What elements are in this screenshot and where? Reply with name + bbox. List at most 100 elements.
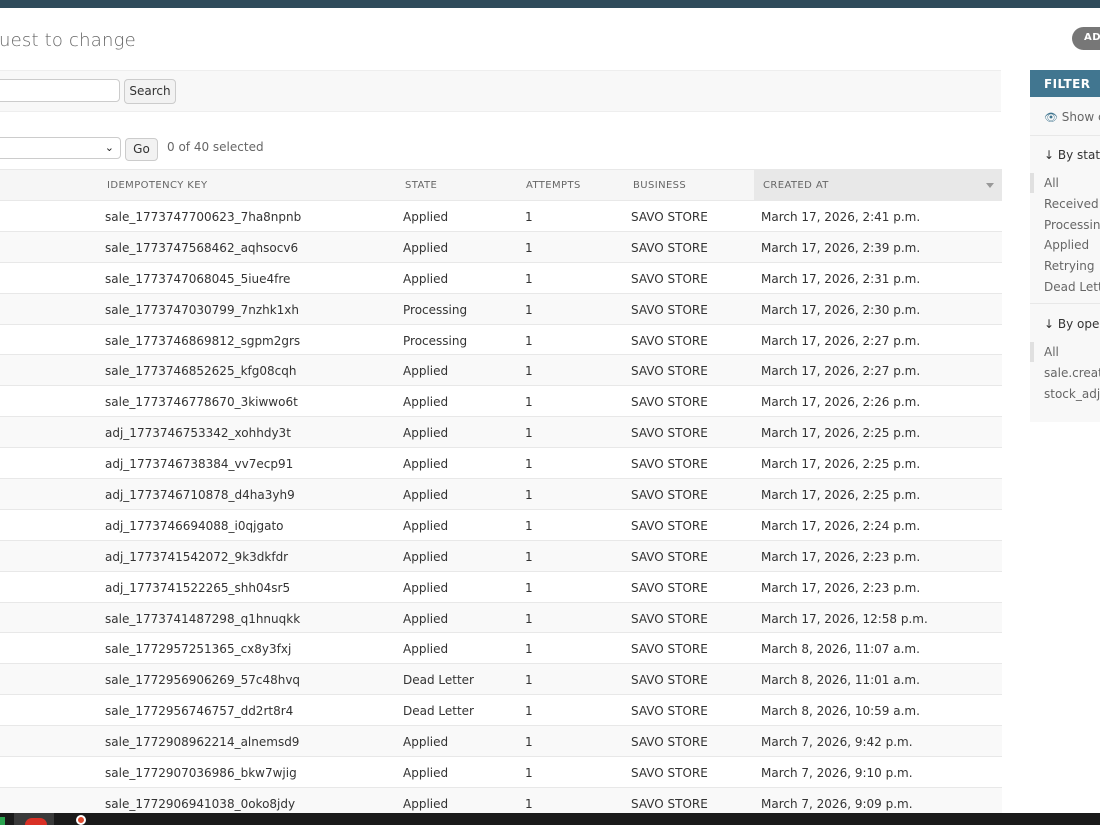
go-button[interactable]: Go	[125, 138, 158, 161]
filter-option[interactable]: Processing	[1044, 218, 1100, 232]
table-row[interactable]: adj_1773746694088_i0qjgato Applied 1 SAVO S…	[0, 510, 1002, 541]
table-row[interactable]: adj_1773746738384_vv7ecp91 Applied 1 SAVO S…	[0, 448, 1002, 480]
state-cell: Applied	[403, 518, 449, 533]
idempotency-key-link[interactable]: sale_1772956906269_57c48hvq	[105, 673, 300, 687]
filter-option[interactable]: sale.create	[1044, 366, 1100, 380]
table-row[interactable]: adj_1773746710878_d4ha3yh9 Applied 1 SAVO S…	[0, 479, 1002, 510]
idempotency-key-link[interactable]: sale_1773747030799_7nzhk1xh	[105, 303, 299, 317]
admin-header-bar	[0, 0, 1100, 8]
idempotency-key-link[interactable]: sale_1773741487298_q1hnuqkk	[105, 612, 300, 626]
eye-icon: 👁	[1044, 111, 1058, 124]
filter-title: FILTER	[1030, 70, 1100, 97]
column-header-idempotency-key[interactable]: IDEMPOTENCY KEY	[107, 180, 207, 191]
idempotency-key-link[interactable]: sale_1773747068045_5iue4fre	[105, 272, 290, 286]
business-cell: SAVO STORE	[631, 642, 708, 657]
attempts-cell: 1	[525, 549, 533, 564]
created-at-cell: March 17, 2026, 2:39 p.m.	[761, 240, 921, 255]
state-cell: Applied	[403, 796, 449, 811]
filter-option[interactable]: stock_adju	[1044, 387, 1100, 401]
search-button[interactable]: Search	[124, 79, 176, 104]
idempotency-key-link[interactable]: adj_1773746753342_xohhdy3t	[105, 426, 291, 440]
state-cell: Applied	[403, 766, 449, 781]
attempts-cell: 1	[525, 673, 533, 688]
table-row[interactable]: sale_1773746869812_sgpm2grs Processing 1 SA…	[0, 325, 1002, 356]
table-row[interactable]: sale_1773741487298_q1hnuqkk Applied 1 SAVO …	[0, 602, 1002, 634]
created-at-cell: March 8, 2026, 10:59 a.m.	[761, 704, 920, 719]
attempts-cell: 1	[525, 580, 533, 595]
state-cell: Applied	[403, 271, 449, 286]
filter-option[interactable]: Received	[1044, 197, 1099, 211]
business-cell: SAVO STORE	[631, 796, 708, 811]
table-row[interactable]: adj_1773741522265_shh04sr5 Applied 1 SAVO S…	[0, 572, 1002, 603]
attempts-cell: 1	[525, 426, 533, 441]
idempotency-key-link[interactable]: adj_1773746738384_vv7ecp91	[105, 457, 293, 471]
state-cell: Applied	[403, 488, 449, 503]
state-cell: Applied	[403, 457, 449, 472]
idempotency-key-link[interactable]: sale_1772957251365_cx8y3fxj	[105, 642, 291, 656]
attempts-cell: 1	[525, 364, 533, 379]
idempotency-key-link[interactable]: sale_1773747568462_aqhsocv6	[105, 241, 298, 255]
column-header-state[interactable]: STATE	[405, 180, 437, 191]
idempotency-key-link[interactable]: adj_1773746694088_i0qjgato	[105, 519, 284, 533]
idempotency-key-link[interactable]: sale_1772906941038_0oko8jdy	[105, 797, 295, 811]
table-row[interactable]: sale_1772957251365_cx8y3fxj Applied 1 SAVO …	[0, 633, 1002, 665]
table-row[interactable]: sale_1773746852625_kfg08cqh Applied 1 SAVO …	[0, 355, 1002, 387]
table-row[interactable]: sale_1773747030799_7nzhk1xh Processing 1 SA…	[0, 293, 1002, 325]
table-row[interactable]: adj_1773746753342_xohhdy3t Applied 1 SAVO S…	[0, 417, 1002, 449]
idempotency-key-link[interactable]: sale_1773746852625_kfg08cqh	[105, 364, 296, 378]
state-cell: Applied	[403, 549, 449, 564]
table-row[interactable]: sale_1773747068045_5iue4fre Applied 1 SAVO …	[0, 263, 1002, 294]
column-header-attempts[interactable]: ATTEMPTS	[526, 180, 581, 191]
table-row[interactable]: sale_1773746778670_3kiwwo6t Applied 1 SAVO …	[0, 386, 1002, 418]
table-row[interactable]: sale_1773747700623_7ha8npnb Applied 1 SAVO …	[0, 201, 1002, 232]
idempotency-key-link[interactable]: sale_1772908962214_alnemsd9	[105, 735, 299, 749]
filter-option[interactable]: Retrying	[1044, 259, 1094, 273]
business-cell: SAVO STORE	[631, 457, 708, 472]
idempotency-key-link[interactable]: adj_1773741522265_shh04sr5	[105, 581, 290, 595]
attempts-cell: 1	[525, 704, 533, 719]
search-input[interactable]	[0, 79, 120, 102]
table-row[interactable]: adj_1773741542072_9k3dkfdr Applied 1 SAVO S…	[0, 540, 1002, 572]
idempotency-key-link[interactable]: sale_1773746778670_3kiwwo6t	[105, 395, 298, 409]
created-at-cell: March 17, 2026, 2:25 p.m.	[761, 457, 921, 472]
show-counts-link[interactable]: 👁 Show c	[1044, 110, 1100, 124]
sort-descending-icon[interactable]	[986, 183, 994, 188]
column-header-created-at[interactable]: CREATED AT	[763, 180, 829, 191]
idempotency-key-link[interactable]: sale_1773747700623_7ha8npnb	[105, 210, 301, 224]
os-taskbar	[0, 813, 1100, 825]
chevron-down-icon: ⌄	[104, 141, 114, 154]
business-cell: SAVO STORE	[631, 673, 708, 688]
state-cell: Applied	[403, 611, 449, 626]
table-row[interactable]: sale_1773747568462_aqhsocv6 Applied 1 SAVO …	[0, 231, 1002, 263]
filter-option[interactable]: Dead Lette	[1044, 280, 1100, 294]
chrome-icon[interactable]	[25, 818, 47, 825]
app-icon[interactable]	[0, 817, 5, 825]
state-cell: Dead Letter	[403, 704, 474, 719]
created-at-cell: March 17, 2026, 2:26 p.m.	[761, 395, 921, 410]
filter-option[interactable]: All	[1044, 176, 1059, 190]
state-cell: Applied	[403, 426, 449, 441]
table-row[interactable]: sale_1772956746757_dd2rt8r4 Dead Letter 1 S…	[0, 695, 1002, 727]
idempotency-key-link[interactable]: adj_1773741542072_9k3dkfdr	[105, 550, 288, 564]
action-select[interactable]: ⌄	[0, 137, 121, 159]
idempotency-key-link[interactable]: adj_1773746710878_d4ha3yh9	[105, 488, 295, 502]
business-cell: SAVO STORE	[631, 580, 708, 595]
table-row[interactable]: sale_1772908962214_alnemsd9 Applied 1 SAVO …	[0, 726, 1002, 758]
idempotency-key-link[interactable]: sale_1773746869812_sgpm2grs	[105, 334, 300, 348]
filter-option[interactable]: Applied	[1044, 238, 1089, 252]
idempotency-key-link[interactable]: sale_1772907036986_bkw7wjig	[105, 766, 297, 780]
attempts-cell: 1	[525, 518, 533, 533]
created-at-cell: March 17, 2026, 2:31 p.m.	[761, 271, 921, 286]
state-cell: Processing	[403, 333, 468, 348]
app-icon[interactable]	[76, 815, 86, 825]
filter-option[interactable]: All	[1044, 345, 1059, 359]
business-cell: SAVO STORE	[631, 704, 708, 719]
table-row[interactable]: sale_1772907036986_bkw7wjig Applied 1 SAVO …	[0, 757, 1002, 788]
attempts-cell: 1	[525, 766, 533, 781]
attempts-cell: 1	[525, 395, 533, 410]
add-button[interactable]: ADD	[1072, 27, 1100, 50]
idempotency-key-link[interactable]: sale_1772956746757_dd2rt8r4	[105, 704, 293, 718]
column-header-business[interactable]: BUSINESS	[633, 180, 686, 191]
table-row[interactable]: sale_1772956906269_57c48hvq Dead Letter 1 S…	[0, 664, 1002, 696]
attempts-cell: 1	[525, 302, 533, 317]
